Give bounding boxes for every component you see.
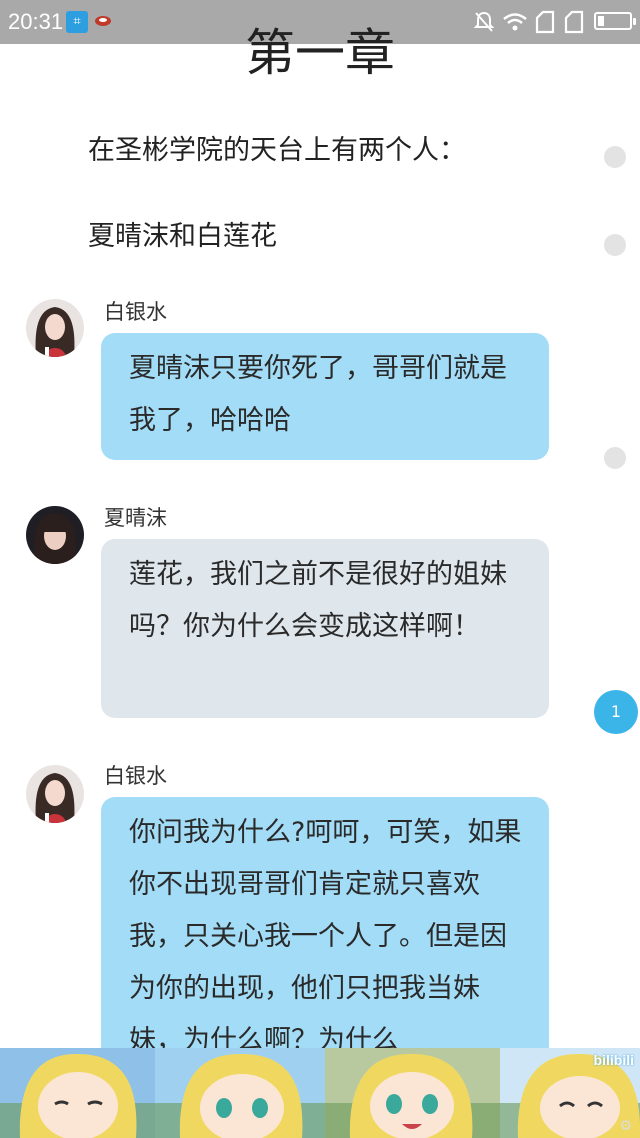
narration-line: 在圣彬学院的天台上有两个人： bbox=[88, 135, 466, 166]
narration-line: 夏晴沫和白莲花 bbox=[88, 221, 277, 252]
avatar[interactable] bbox=[26, 506, 84, 564]
comment-dot-button[interactable] bbox=[604, 234, 626, 256]
message-bubble[interactable]: 夏晴沫只要你死了，哥哥们就是我了，哈哈哈 bbox=[101, 333, 549, 460]
sticker-banner[interactable]: bilibili ⚙ bbox=[0, 1048, 640, 1138]
comment-dot-button[interactable] bbox=[604, 146, 626, 168]
speaker-name: 白银水 bbox=[104, 300, 167, 324]
speaker-name: 夏晴沫 bbox=[104, 506, 167, 530]
settings-icon[interactable]: ⚙ bbox=[619, 1118, 632, 1134]
speaker-name: 白银水 bbox=[104, 764, 167, 788]
elf-girl-sticker-strip bbox=[0, 1048, 640, 1138]
avatar[interactable] bbox=[26, 299, 84, 357]
comment-count-badge[interactable]: 1 bbox=[594, 690, 638, 734]
comment-dot-button[interactable] bbox=[604, 447, 626, 469]
bilibili-watermark: bilibili bbox=[593, 1052, 634, 1068]
message-bubble[interactable]: 莲花，我们之前不是很好的姐妹吗？你为什么会变成这样啊！ bbox=[101, 539, 549, 718]
avatar[interactable] bbox=[26, 765, 84, 823]
chapter-title: 第一章 bbox=[245, 24, 395, 82]
